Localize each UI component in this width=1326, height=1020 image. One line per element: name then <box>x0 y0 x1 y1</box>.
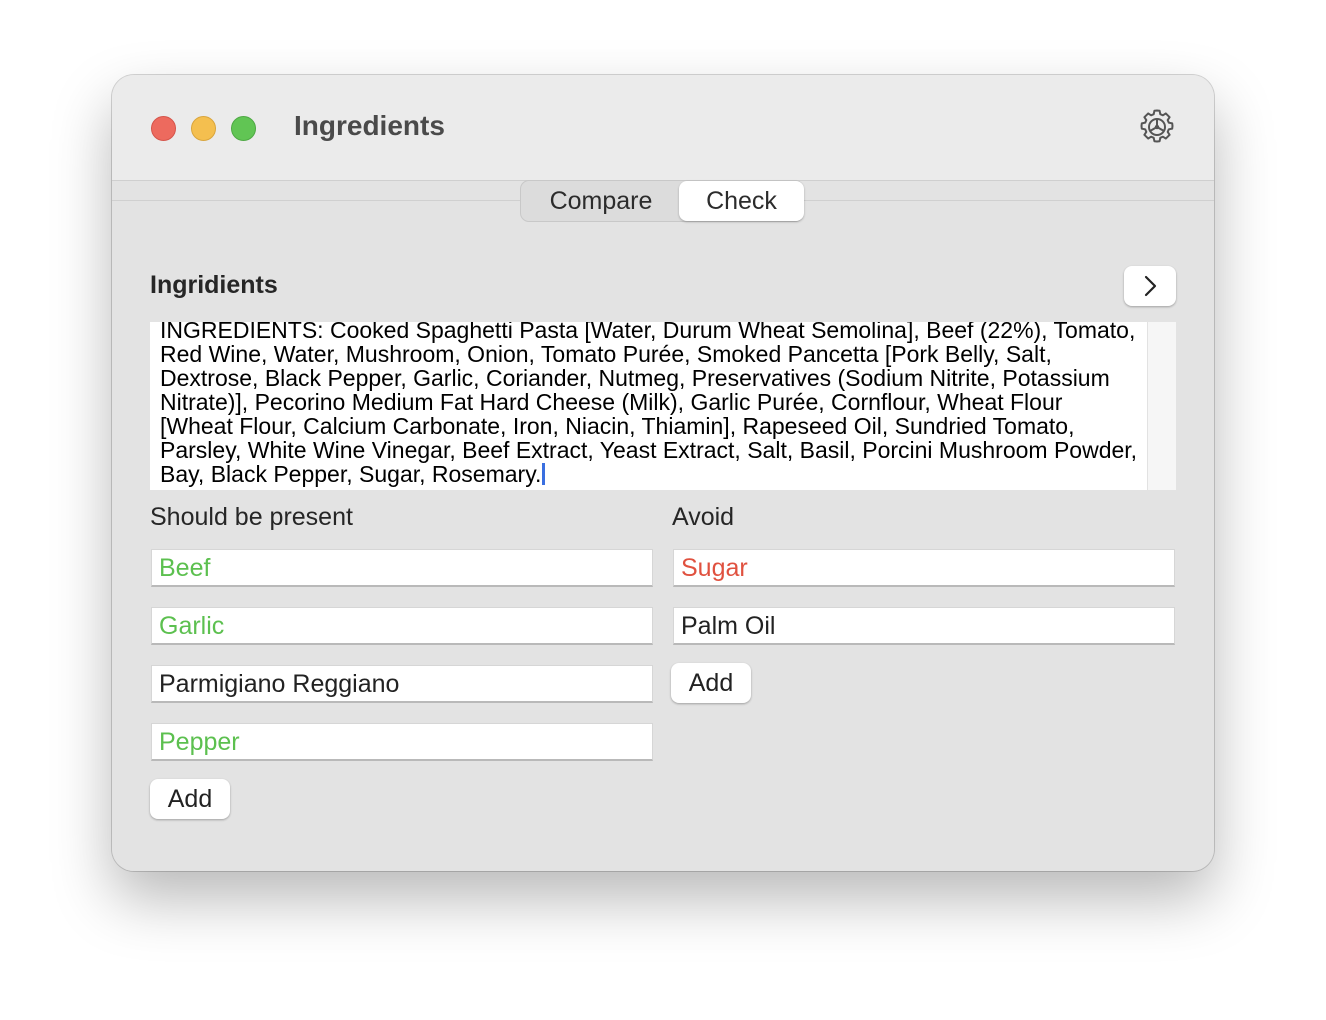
avoid-field[interactable]: Sugar <box>673 549 1175 587</box>
add-present-button[interactable]: Add <box>150 779 230 819</box>
tab-check[interactable]: Check <box>679 181 804 221</box>
content-panel <box>112 200 1214 871</box>
ingredients-text: INGREDIENTS: Cooked Spaghetti Pasta [Wat… <box>160 322 1138 487</box>
title-bar: Ingredients <box>112 75 1214 181</box>
present-field[interactable]: Parmigiano Reggiano <box>151 665 653 703</box>
gear-icon <box>1140 109 1174 143</box>
settings-button[interactable] <box>1138 108 1176 146</box>
window-title: Ingredients <box>294 110 445 141</box>
should-be-present-label: Should be present <box>150 503 353 531</box>
text-area-scrollbar[interactable] <box>1147 322 1176 490</box>
text-caret <box>542 463 546 485</box>
present-field[interactable]: Garlic <box>151 607 653 645</box>
zoom-window-button[interactable] <box>231 116 256 141</box>
ingredients-heading: Ingridients <box>150 271 278 299</box>
add-avoid-button[interactable]: Add <box>671 663 751 703</box>
close-window-button[interactable] <box>151 116 176 141</box>
tab-compare[interactable]: Compare <box>521 181 681 221</box>
minimize-window-button[interactable] <box>191 116 216 141</box>
present-field[interactable]: Beef <box>151 549 653 587</box>
app-window: Ingredients Compare Check Ingridients IN… <box>112 75 1214 871</box>
avoid-label: Avoid <box>672 503 735 531</box>
chevron-right-icon <box>1144 275 1157 297</box>
ingredients-text-area[interactable]: INGREDIENTS: Cooked Spaghetti Pasta [Wat… <box>150 322 1176 490</box>
avoid-field[interactable]: Palm Oil <box>673 607 1175 645</box>
present-field[interactable]: Pepper <box>151 723 653 761</box>
next-button[interactable] <box>1124 266 1176 306</box>
mode-tabs: Compare Check <box>520 180 804 222</box>
